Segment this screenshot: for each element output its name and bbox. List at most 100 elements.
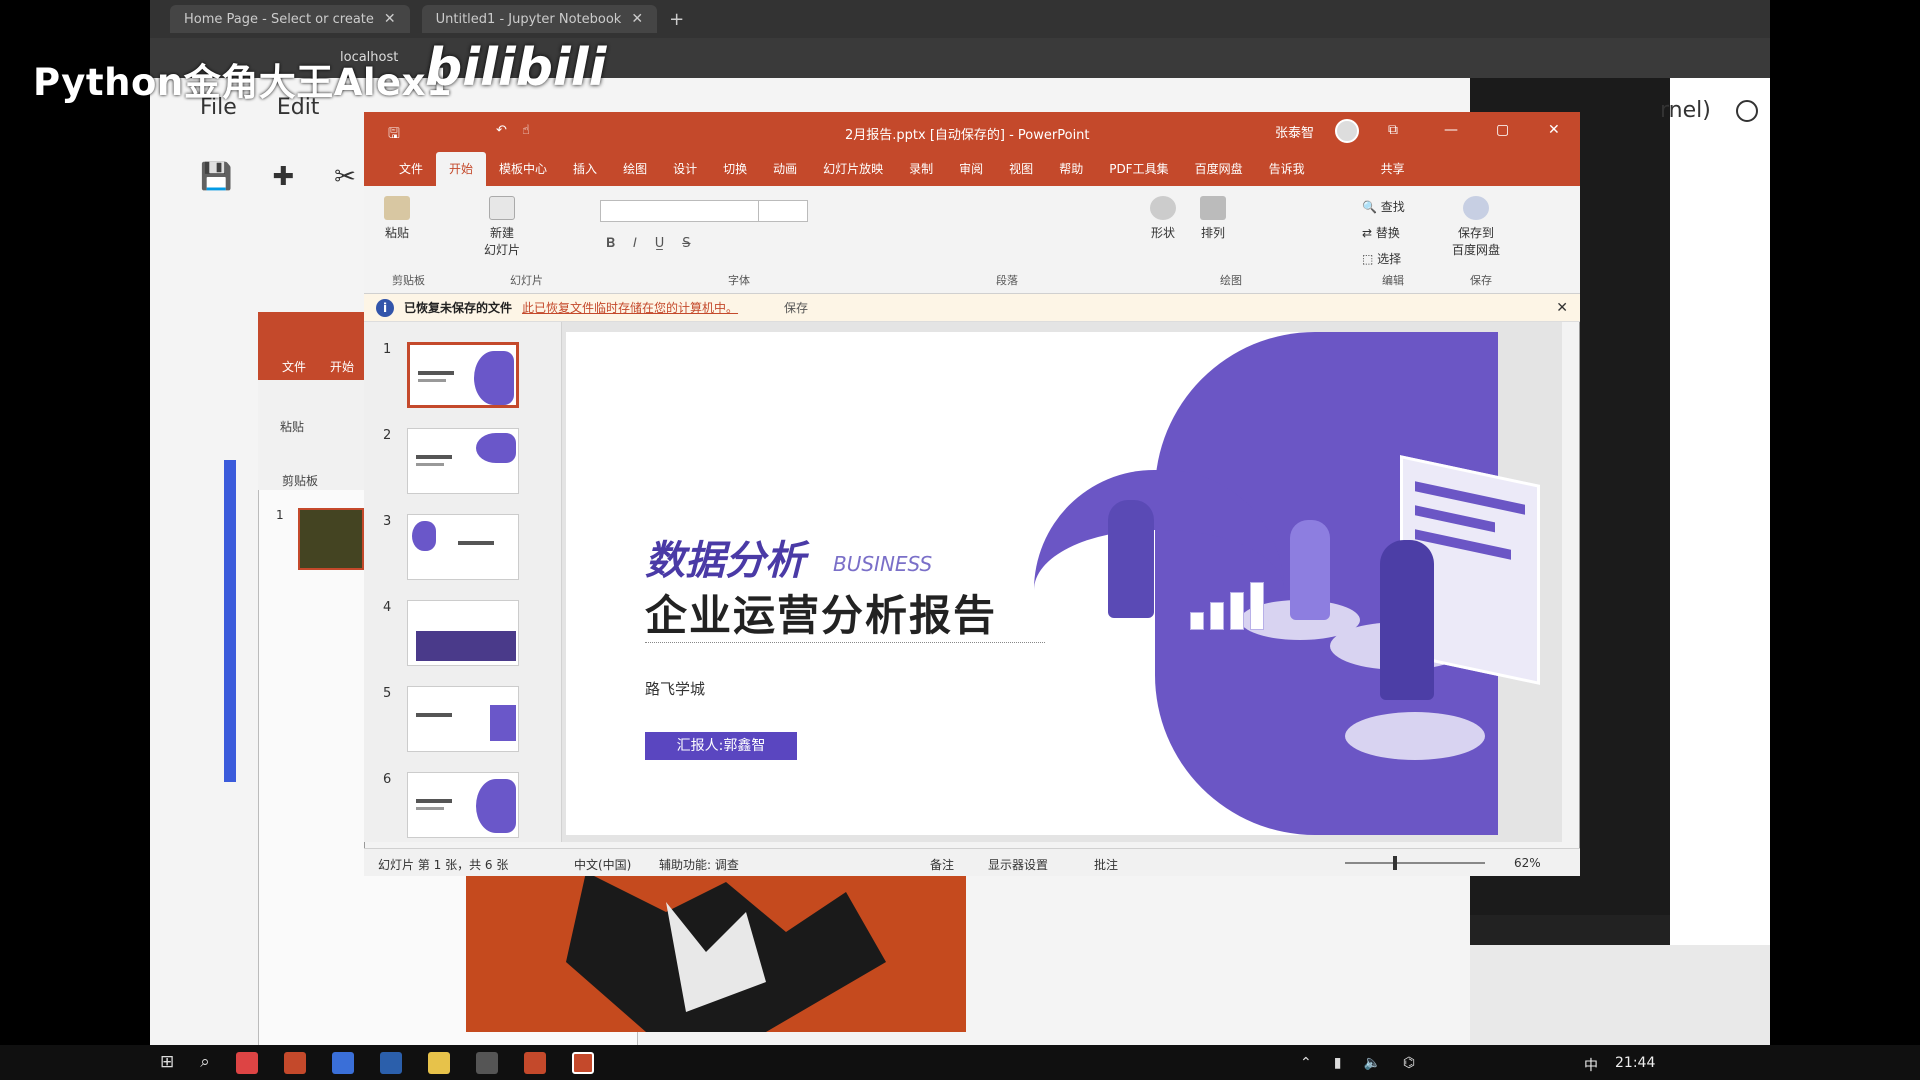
- app-icon[interactable]: [379, 1052, 402, 1074]
- arrange-button[interactable]: 排列: [1200, 196, 1226, 241]
- ribbon-display-icon[interactable]: ⧉: [1388, 122, 1398, 138]
- slide-thumbnail-1[interactable]: [407, 342, 519, 408]
- background-slide-thumbnail[interactable]: [298, 508, 364, 570]
- slide-thumbnail-5[interactable]: [407, 686, 519, 752]
- comments-button[interactable]: 批注: [1094, 856, 1118, 873]
- zoom-slider-handle[interactable]: [1393, 856, 1397, 870]
- close-icon[interactable]: ✕: [631, 11, 643, 27]
- tell-me-search[interactable]: 告诉我: [1256, 152, 1318, 186]
- close-icon[interactable]: ✕: [1556, 300, 1568, 316]
- app-icon[interactable]: [475, 1052, 498, 1074]
- thumb-number: 1: [383, 342, 392, 357]
- close-icon[interactable]: ✕: [384, 11, 396, 27]
- slide-title-main[interactable]: 企业运营分析报告: [645, 582, 997, 643]
- editing-group: 🔍 查找 ⇄ 替换 ⬚ 选择: [1362, 194, 1405, 272]
- save-to-netdisk-button[interactable]: 保存到 百度网盘: [1452, 196, 1500, 258]
- italic-icon[interactable]: 𝐼: [633, 236, 637, 251]
- volume-icon[interactable]: 🔈: [1363, 1055, 1380, 1071]
- maximize-icon[interactable]: ▢: [1496, 122, 1509, 138]
- select-button[interactable]: ⬚ 选择: [1362, 246, 1405, 272]
- slide-thumbnail-2[interactable]: [407, 428, 519, 494]
- tab-templates[interactable]: 模板中心: [486, 152, 560, 186]
- new-slide-button[interactable]: 新建 幻灯片: [484, 196, 520, 258]
- slide-thumbnail-6[interactable]: [407, 772, 519, 838]
- tab-view[interactable]: 视图: [996, 152, 1046, 186]
- tab-design[interactable]: 设计: [660, 152, 710, 186]
- battery-icon[interactable]: ▮: [1334, 1055, 1342, 1071]
- accessibility-status[interactable]: 辅助功能: 调查: [659, 856, 739, 873]
- replace-button[interactable]: ⇄ 替换: [1362, 220, 1405, 246]
- tab-home[interactable]: 开始: [436, 152, 487, 186]
- folder-icon[interactable]: [427, 1052, 450, 1074]
- undo-icon[interactable]: ↶: [496, 123, 507, 138]
- tab-record[interactable]: 录制: [896, 152, 946, 186]
- new-tab-icon[interactable]: +: [669, 9, 684, 30]
- display-settings-button[interactable]: 显示器设置: [988, 856, 1048, 873]
- new-slide-label-2: 幻灯片: [484, 243, 521, 257]
- chevron-up-icon[interactable]: ⌃: [1300, 1055, 1312, 1071]
- person-illustration: [1380, 540, 1434, 700]
- tab-home[interactable]: 开始: [330, 358, 354, 380]
- cut-icon[interactable]: ✂: [334, 162, 356, 192]
- notes-button[interactable]: 备注: [930, 856, 954, 873]
- tab-draw[interactable]: 绘图: [610, 152, 660, 186]
- slide-title-primary[interactable]: 数据分析: [645, 528, 805, 586]
- network-icon[interactable]: ⌬: [1403, 1055, 1415, 1071]
- tab-slideshow[interactable]: 幻灯片放映: [810, 152, 896, 186]
- browser-tab-home[interactable]: Home Page - Select or create ✕: [170, 5, 410, 33]
- font-name-box[interactable]: [600, 200, 760, 222]
- find-button[interactable]: 🔍 查找: [1362, 194, 1405, 220]
- windows-start-icon[interactable]: ⊞: [160, 1052, 174, 1074]
- slide-organization[interactable]: 路飞学城: [645, 678, 705, 699]
- tab-review[interactable]: 审阅: [946, 152, 996, 186]
- browser-tab-notebook[interactable]: Untitled1 - Jupyter Notebook ✕: [421, 5, 658, 33]
- app-icon[interactable]: [331, 1052, 354, 1074]
- tab-help[interactable]: 帮助: [1046, 152, 1096, 186]
- scroll-indicator: [224, 460, 236, 782]
- powerpoint-icon[interactable]: [283, 1052, 306, 1074]
- search-icon[interactable]: ⌕: [200, 1052, 210, 1074]
- paste-button[interactable]: 粘贴: [384, 196, 410, 241]
- slide-thumbnail-4[interactable]: [407, 600, 519, 666]
- bold-icon[interactable]: 𝐁: [606, 236, 615, 251]
- dark-panel-footer: [1470, 915, 1670, 945]
- tab-animations[interactable]: 动画: [760, 152, 810, 186]
- add-cell-icon[interactable]: ✚: [272, 162, 294, 192]
- taskbar-clock[interactable]: 21:44: [1615, 1055, 1655, 1071]
- shapes-button[interactable]: 形状: [1150, 196, 1176, 241]
- share-button[interactable]: 共享: [1368, 152, 1418, 186]
- chrome-icon[interactable]: [235, 1052, 258, 1074]
- zoom-level[interactable]: 62%: [1514, 856, 1541, 870]
- infobar-message-link[interactable]: 此已恢复文件临时存储在您的计算机中。: [522, 299, 738, 316]
- jupyter-toolbar: 💾 ✚ ✂: [200, 162, 356, 192]
- tab-transitions[interactable]: 切换: [710, 152, 760, 186]
- minimize-icon[interactable]: —: [1444, 122, 1458, 138]
- infobar-save-button[interactable]: 保存: [784, 299, 808, 316]
- save-icon[interactable]: 💾: [200, 162, 232, 192]
- tab-insert[interactable]: 插入: [560, 152, 610, 186]
- tab-baidu-netdisk[interactable]: 百度网盘: [1182, 152, 1256, 186]
- powerpoint-active-icon[interactable]: [571, 1052, 594, 1074]
- slide-title-english[interactable]: BUSINESS: [833, 552, 932, 576]
- tab-file[interactable]: 文件: [282, 358, 306, 380]
- touch-mode-icon[interactable]: ☝: [522, 123, 530, 138]
- tab-pdf-tools[interactable]: PDF工具集: [1096, 152, 1181, 186]
- underline-icon[interactable]: U̲: [655, 236, 665, 251]
- font-size-box[interactable]: [758, 200, 808, 222]
- paste-label: 粘贴: [384, 226, 409, 240]
- group-save: 保存: [1470, 274, 1492, 287]
- language-indicator[interactable]: 中文(中国): [574, 856, 631, 873]
- close-icon[interactable]: ✕: [1548, 122, 1560, 138]
- group-drawing: 绘图: [1220, 274, 1242, 287]
- zoom-slider[interactable]: [1345, 862, 1485, 864]
- slide-thumbnail-3[interactable]: [407, 514, 519, 580]
- powerpoint-icon[interactable]: [523, 1052, 546, 1074]
- user-name[interactable]: 张泰智: [1275, 122, 1314, 141]
- group-paragraph: 段落: [996, 274, 1018, 287]
- avatar[interactable]: [1335, 119, 1359, 143]
- input-language[interactable]: 中: [1584, 1055, 1598, 1075]
- save-icon[interactable]: 🖫: [388, 123, 400, 147]
- presenter-label-box[interactable]: 汇报人:郭鑫智: [645, 732, 797, 760]
- strikethrough-icon[interactable]: S̶: [682, 236, 690, 251]
- tab-file[interactable]: 文件: [386, 152, 436, 186]
